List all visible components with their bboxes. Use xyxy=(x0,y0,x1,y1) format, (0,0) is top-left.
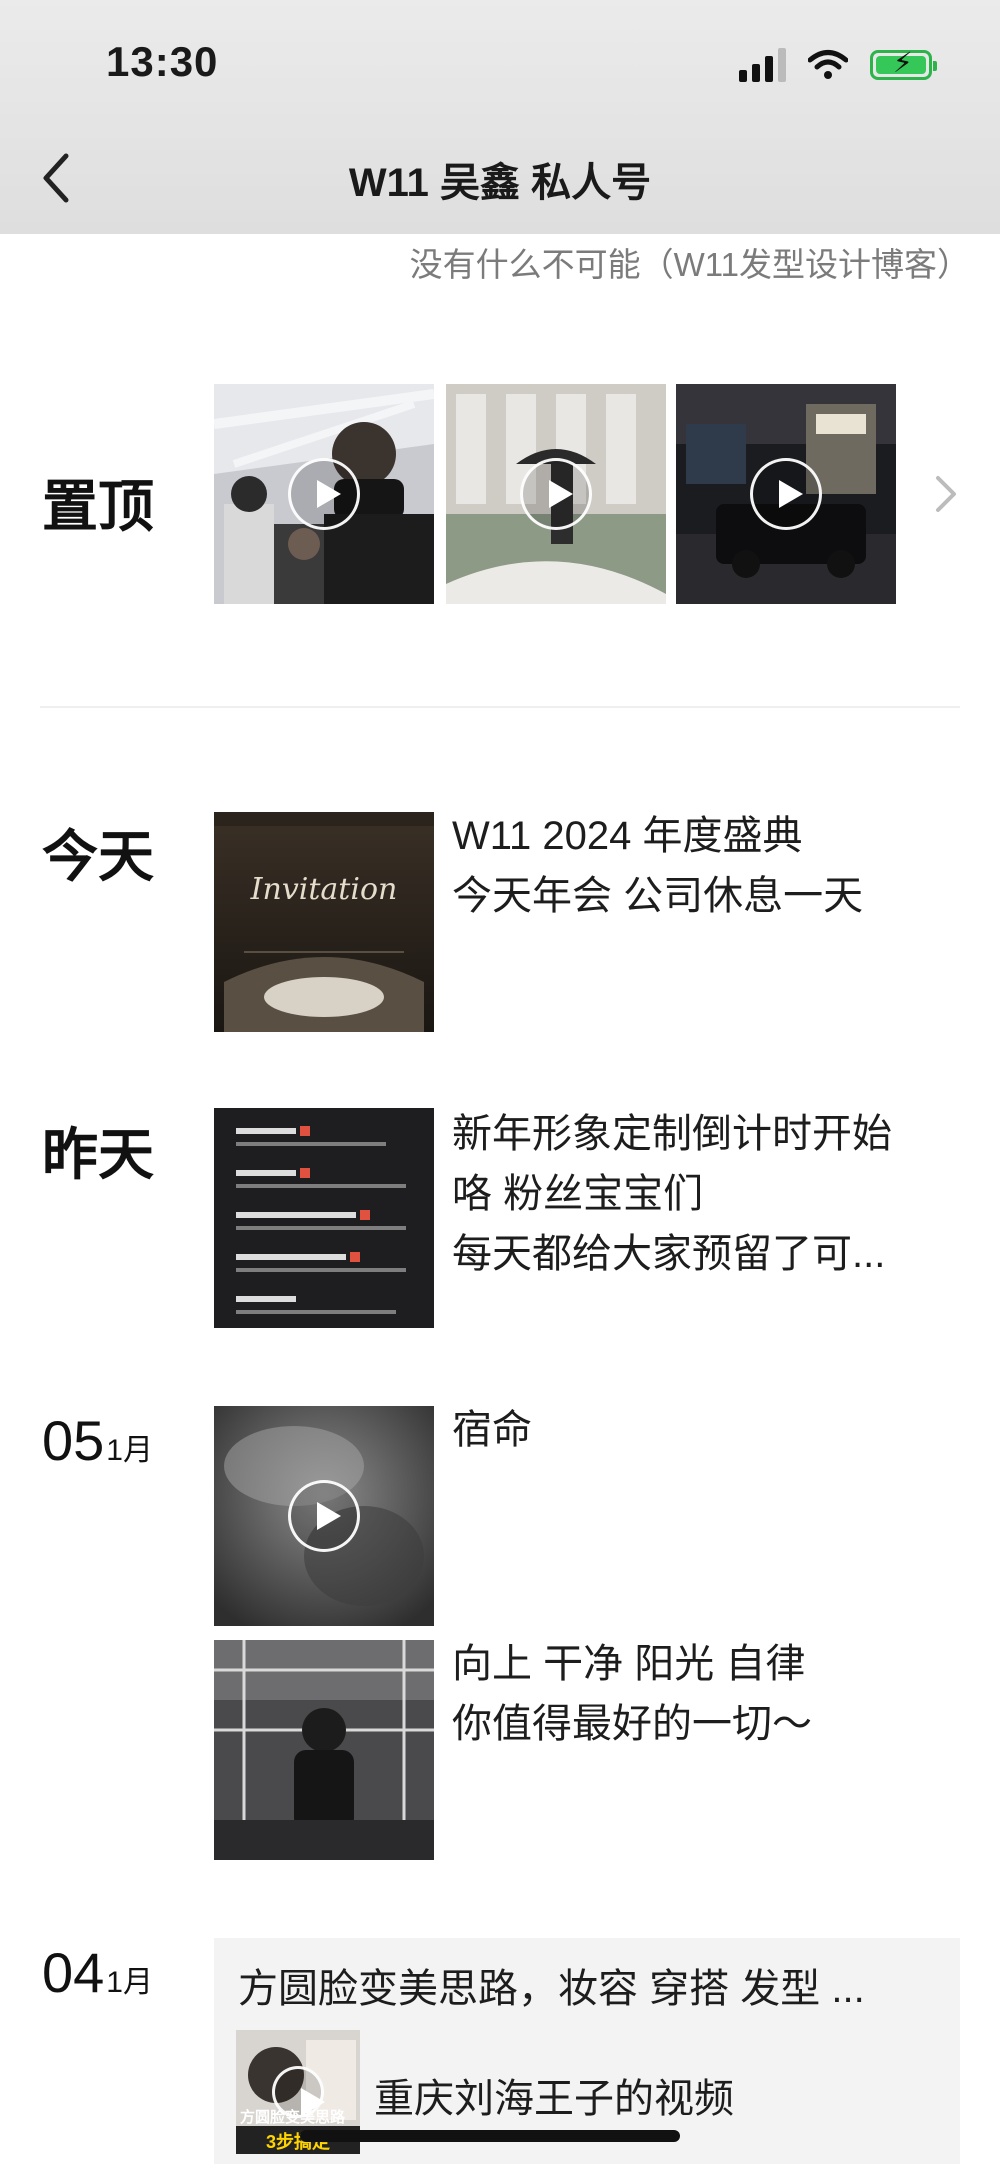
date-day: 04 xyxy=(42,1941,105,2004)
moments-profile-page: 13:30 ⚡ W11 吴鑫 私人号 没有什么不可能（W11发型设计博客） 置顶 xyxy=(0,0,1000,2164)
date-label-jan05: 051月 xyxy=(42,1408,153,1473)
status-time: 13:30 xyxy=(106,38,219,85)
date-day: 05 xyxy=(42,1409,105,1472)
post-text-jan05-1[interactable]: 宿命 xyxy=(452,1400,532,1460)
battery-icon: ⚡ xyxy=(870,49,937,80)
post-text-line: 每天都给大家预留了可... xyxy=(452,1232,886,1276)
cellular-signal-icon xyxy=(739,48,786,82)
wifi-icon xyxy=(808,50,848,79)
post-text-line: 新年形象定制倒计时开始 xyxy=(452,1112,892,1156)
shared-card-title: 方圆脸变美思路，妆容 穿搭 发型 ... xyxy=(238,1967,865,2011)
shared-card-subtitle: 重庆刘海王子的视频 xyxy=(374,2077,734,2121)
play-icon xyxy=(520,458,592,530)
post-thumbnail-jan05-2[interactable] xyxy=(214,1640,434,1860)
post-thumbnail-yesterday-image xyxy=(214,1108,434,1328)
post-text-jan05-2[interactable]: 向上 干净 阳光 自律 你值得最好的一切～ xyxy=(452,1634,812,1754)
home-indicator[interactable] xyxy=(300,2130,680,2142)
thumbnail-caption: Invitation xyxy=(250,872,398,907)
post-text-today[interactable]: W11 2024 年度盛典 今天年会 公司休息一天 xyxy=(452,806,863,926)
pinned-video-2[interactable] xyxy=(446,384,666,604)
thumbnail-caption: 方圆脸变美思路 xyxy=(240,2109,346,2126)
date-label-today: 今天 xyxy=(42,825,154,888)
date-month: 1月 xyxy=(106,1966,153,1999)
date-label-yesterday: 昨天 xyxy=(42,1123,154,1186)
post-thumbnail-today-image xyxy=(214,812,434,1032)
date-month: 1月 xyxy=(106,1434,153,1467)
post-text-line: 咯 粉丝宝宝们 xyxy=(452,1172,704,1216)
chevron-right-icon[interactable] xyxy=(932,472,960,516)
pinned-video-1[interactable] xyxy=(214,384,434,604)
post-text-line: 今天年会 公司休息一天 xyxy=(452,874,864,918)
profile-signature: 没有什么不可能（W11发型设计博客） xyxy=(409,246,970,283)
post-text-yesterday[interactable]: 新年形象定制倒计时开始 咯 粉丝宝宝们 每天都给大家预留了可... xyxy=(452,1104,892,1284)
post-text-line: 向上 干净 阳光 自律 xyxy=(452,1642,806,1686)
post-text-line: 你值得最好的一切～ xyxy=(452,1702,812,1746)
post-text-line: W11 2024 年度盛典 xyxy=(452,814,803,858)
play-icon xyxy=(750,458,822,530)
pinned-video-3[interactable] xyxy=(676,384,896,604)
play-icon xyxy=(288,458,360,530)
play-icon xyxy=(288,1480,360,1552)
pinned-label: 置顶 xyxy=(42,475,154,538)
post-video-jan05-1[interactable] xyxy=(214,1406,434,1626)
section-divider xyxy=(40,706,960,708)
post-thumbnail-yesterday[interactable] xyxy=(214,1108,434,1328)
post-thumbnail-today[interactable]: Invitation xyxy=(214,812,434,1032)
page-title: W11 吴鑫 私人号 xyxy=(348,161,652,205)
status-icons: ⚡ xyxy=(739,48,937,82)
date-label-jan04: 041月 xyxy=(42,1940,153,2005)
post-thumbnail-jan05-2-image xyxy=(214,1640,434,1860)
top-bar: 13:30 ⚡ W11 吴鑫 私人号 xyxy=(0,0,1000,234)
